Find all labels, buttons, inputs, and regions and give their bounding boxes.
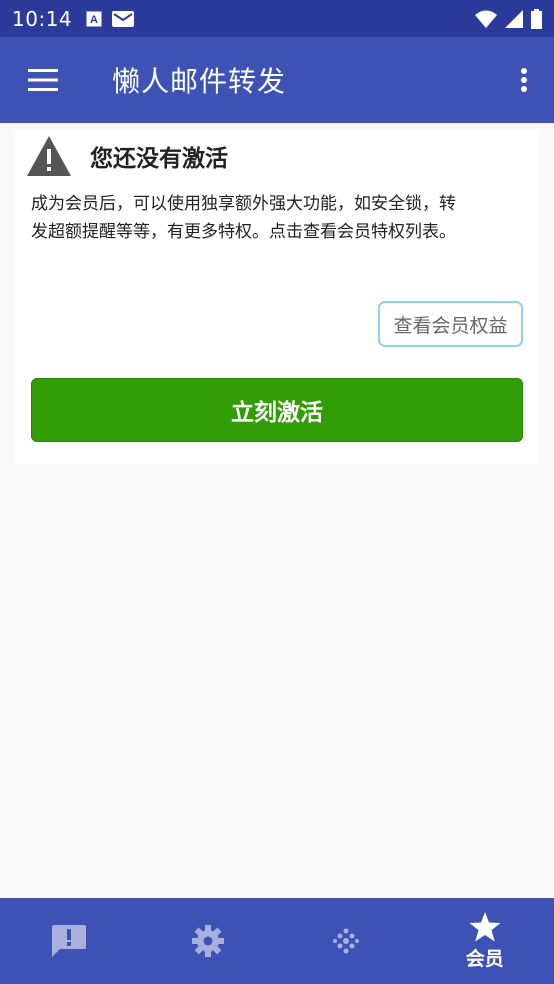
activation-card: 您还没有激活 成为会员后，可以使用独享额外强大功能，如安全锁，转发超额提醒等等，… — [15, 130, 539, 464]
view-benefits-button[interactable]: 查看会员权益 — [378, 301, 523, 347]
warning-icon — [27, 136, 71, 176]
menu-button[interactable] — [0, 37, 86, 123]
nav-label-membership: 会员 — [465, 947, 504, 970]
status-time: 10:14 — [12, 6, 73, 31]
activate-now-button[interactable]: 立刻激活 — [31, 378, 523, 442]
star-icon — [469, 911, 501, 941]
nav-item-feedback[interactable] — [0, 898, 139, 984]
feedback-icon — [52, 925, 87, 957]
wifi-icon — [475, 10, 497, 28]
nav-item-settings[interactable] — [139, 898, 278, 984]
gear-icon — [191, 925, 224, 957]
nav-item-apps[interactable] — [277, 898, 416, 984]
notification-icons: A — [86, 10, 135, 27]
page-title: 懒人邮件转发 — [112, 65, 287, 98]
mail-notification-icon — [112, 10, 135, 27]
app-bar: 懒人邮件转发 — [0, 37, 554, 123]
card-title: 您还没有激活 — [90, 146, 228, 172]
svg-text:A: A — [90, 14, 98, 26]
dots-icon — [333, 928, 360, 954]
nav-item-membership[interactable]: 会员 — [416, 898, 554, 984]
signal-icon — [505, 9, 523, 28]
translate-notification-icon: A — [86, 11, 102, 26]
hamburger-menu-icon — [28, 69, 58, 91]
battery-icon — [531, 8, 542, 29]
bottom-navigation: 会员 — [0, 898, 554, 984]
status-bar: 10:14 A — [0, 0, 554, 37]
more-vert-icon — [521, 68, 527, 92]
system-icons — [475, 8, 542, 29]
membership-description: 成为会员后，可以使用独享额外强大功能，如安全锁，转发超额提醒等等，有更多特权。点… — [31, 194, 456, 242]
more-options-button[interactable] — [494, 37, 554, 123]
card-header: 您还没有激活 — [25, 134, 228, 178]
